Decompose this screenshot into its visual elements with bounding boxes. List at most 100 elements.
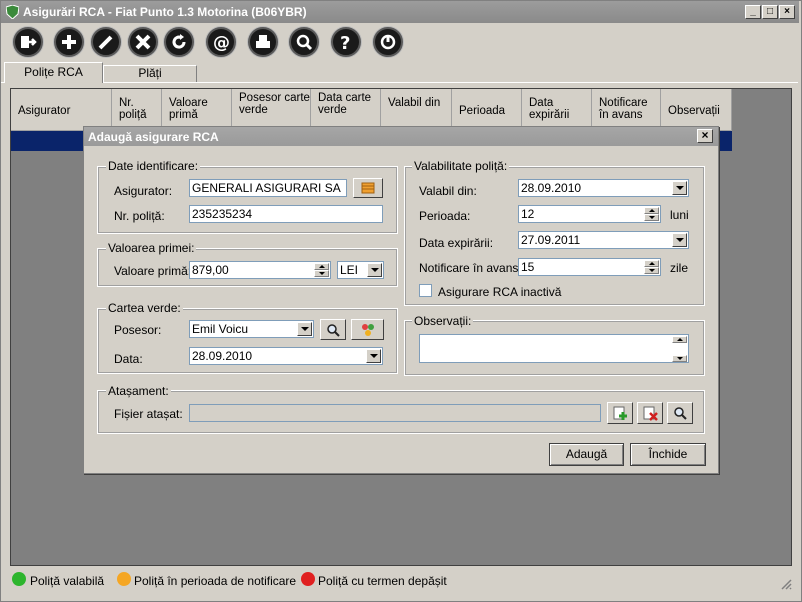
holder-value: Emil Voicu: [192, 322, 249, 336]
notification-field[interactable]: 15: [518, 258, 661, 276]
period-unit: luni: [670, 208, 689, 222]
dialog-title-bar[interactable]: Adaugă asigurare RCA: [84, 127, 718, 146]
column-label: Data carte verde: [318, 92, 372, 116]
policy-number-label: Nr. poliță:: [114, 209, 165, 223]
people-icon: [362, 324, 374, 336]
email-icon[interactable]: @: [206, 27, 236, 57]
svg-text:@: @: [213, 33, 230, 51]
column-header-posesor[interactable]: Posesor carte verde: [232, 89, 311, 131]
legend-expired: Poliță cu termen depășit: [318, 574, 447, 588]
close-window-button[interactable]: ×: [779, 5, 795, 19]
add-file-icon: [613, 406, 627, 420]
holder-add-person-button[interactable]: [351, 319, 384, 340]
column-header-asigurator[interactable]: Asigurator: [11, 89, 112, 131]
add-icon[interactable]: [54, 27, 84, 57]
column-header-valoare-prima[interactable]: Valoare primă: [162, 89, 232, 131]
help-icon[interactable]: ?: [331, 27, 361, 57]
tab-plati[interactable]: Plăți: [103, 65, 197, 82]
add-button[interactable]: Adaugă: [549, 443, 624, 466]
insurer-label: Asigurator:: [114, 184, 173, 198]
svg-text:?: ?: [340, 33, 350, 51]
valid-from-field[interactable]: 28.09.2010: [518, 179, 689, 197]
chevron-down-icon[interactable]: [672, 233, 687, 247]
notification-unit: zile: [670, 261, 689, 275]
valid-from-value: 28.09.2010: [521, 181, 582, 195]
column-label: Data expirării: [529, 97, 570, 121]
attached-file-field[interactable]: [189, 404, 601, 422]
search-icon: [327, 324, 340, 337]
insurer-lookup-button[interactable]: [353, 178, 383, 198]
maximize-button[interactable]: □: [762, 5, 778, 19]
period-value: 12: [521, 207, 535, 221]
premium-field[interactable]: 879,00: [189, 261, 331, 279]
attach-view-button[interactable]: [667, 402, 693, 424]
premium-label: Valoare primă:: [114, 264, 192, 278]
period-field[interactable]: 12: [518, 205, 661, 223]
column-header-valabil-din[interactable]: Valabil din: [381, 89, 452, 131]
premium-spinner[interactable]: [314, 263, 329, 277]
edit-icon[interactable]: [91, 27, 121, 57]
policy-number-field[interactable]: 235235234: [189, 205, 383, 223]
chevron-down-icon[interactable]: [672, 181, 687, 195]
holder-label: Posesor:: [114, 323, 162, 337]
tab-polite-rca[interactable]: Polițe RCA: [4, 62, 103, 83]
column-label: Nr. poliță: [119, 97, 147, 121]
title-bar[interactable]: Asigurări RCA - Fiat Punto 1.3 Motorina …: [1, 1, 799, 23]
column-header-data-carte[interactable]: Data carte verde: [311, 89, 381, 131]
search-icon: [674, 407, 687, 420]
valid-from-label: Valabil din:: [419, 184, 477, 198]
period-spinner[interactable]: [644, 207, 659, 221]
currency-value: LEI: [340, 263, 359, 277]
validity-legend: Valabilitate poliță:: [412, 159, 510, 173]
minimize-button[interactable]: _: [745, 5, 761, 19]
shield-icon: [6, 5, 19, 19]
inactive-checkbox[interactable]: [419, 284, 432, 297]
column-label: Valoare primă: [169, 97, 208, 121]
attach-add-button[interactable]: [607, 402, 633, 424]
column-header-notificare[interactable]: Notificare în avans: [592, 89, 661, 131]
insurer-field[interactable]: GENERALI ASIGURARI SA: [189, 179, 347, 197]
search-icon[interactable]: [289, 27, 319, 57]
column-label: Asigurator: [18, 105, 71, 117]
attach-remove-button[interactable]: [637, 402, 663, 424]
remove-file-icon: [643, 406, 658, 421]
column-label: Perioada: [459, 105, 506, 117]
notes-legend: Observații:: [412, 314, 474, 328]
card-date-field[interactable]: 28.09.2010: [189, 347, 383, 365]
delete-icon[interactable]: [128, 27, 158, 57]
column-header-observatii[interactable]: Observații: [661, 89, 732, 131]
holder-search-button[interactable]: [320, 319, 346, 340]
green-card-legend: Cartea verde:: [106, 301, 183, 315]
resize-grip-icon[interactable]: [780, 578, 792, 590]
red-status-icon: [301, 572, 315, 586]
premium-legend: Valoarea primei:: [106, 241, 197, 255]
orange-status-icon: [117, 572, 131, 586]
refresh-icon[interactable]: [164, 27, 194, 57]
chevron-down-icon[interactable]: [367, 263, 382, 277]
notification-value: 15: [521, 260, 535, 274]
chevron-down-icon[interactable]: [366, 349, 381, 363]
power-icon[interactable]: [373, 27, 403, 57]
inactive-label[interactable]: Asigurare RCA inactivă: [438, 285, 561, 299]
currency-select[interactable]: LEI: [337, 261, 384, 279]
column-header-perioada[interactable]: Perioada: [452, 89, 522, 131]
period-label: Perioada:: [419, 209, 471, 223]
expiry-date-field[interactable]: 27.09.2011: [518, 231, 689, 249]
close-button[interactable]: Închide: [630, 443, 706, 466]
notes-scrollbar[interactable]: [672, 336, 687, 362]
exit-icon[interactable]: [13, 27, 43, 57]
tab-label: Plăți: [138, 66, 162, 80]
dialog-close-button[interactable]: ×: [697, 129, 713, 143]
print-icon[interactable]: [248, 27, 278, 57]
holder-select[interactable]: Emil Voicu: [189, 320, 314, 338]
column-header-nr-polita[interactable]: Nr. poliță: [112, 89, 162, 131]
column-header-data-expirarii[interactable]: Data expirării: [522, 89, 592, 131]
tab-label: Polițe RCA: [24, 65, 83, 79]
identification-legend: Date identificare:: [106, 159, 201, 173]
dialog-title: Adaugă asigurare RCA: [88, 130, 219, 144]
attachment-legend: Atașament:: [106, 384, 171, 398]
chevron-down-icon[interactable]: [297, 322, 312, 336]
notification-spinner[interactable]: [644, 260, 659, 274]
expiry-date-label: Data expirării:: [419, 236, 494, 250]
notes-textarea[interactable]: [419, 334, 689, 363]
